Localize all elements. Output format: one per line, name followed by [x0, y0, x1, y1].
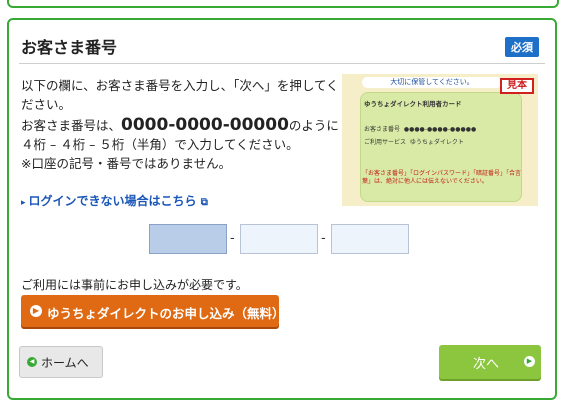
external-window-icon: ⧉: [200, 197, 208, 208]
format-example: 0000-0000-00000: [121, 115, 289, 135]
login-help-link[interactable]: ▸ ログインできない場合はこちら ⧉: [21, 192, 208, 209]
card-number-row: お客さま番号 ●●●●-●●●●-●●●●●: [364, 126, 477, 133]
arrow-left-icon: ◀: [27, 357, 37, 367]
sample-card-image: 大切に保管してください。 見本 ゆうちょダイレクト利用者カード お客さま番号 ●…: [342, 74, 538, 206]
instructions: 以下の欄に、お客さま番号を入力し、「次へ」を押してください。 お客さま番号は、0…: [21, 76, 341, 173]
registration-notice: ご利用には事前にお申し込みが必要です。: [21, 278, 248, 292]
arrow-right-icon: ▶: [30, 305, 42, 317]
instruction-line-1: 以下の欄に、お客さま番号を入力し、「次へ」を押してください。: [21, 78, 339, 112]
customer-number-part3[interactable]: [331, 224, 409, 254]
section-title: お客さま番号: [21, 38, 118, 57]
card-banner: 大切に保管してください。: [362, 77, 502, 88]
next-button[interactable]: 次へ ▶: [439, 345, 541, 379]
card-service-row: ご利用サービス ゆうちょダイレクト: [364, 139, 464, 146]
card-warning: 「お客さま番号」「ログインパスワード」「暗証番号」「合言葉」は、絶対に他人には伝…: [362, 170, 522, 185]
customer-number-part2[interactable]: [240, 224, 318, 254]
instruction-line-3: ※口座の記号・番号ではありません。: [21, 156, 232, 171]
sample-label: 見本: [500, 78, 534, 94]
home-button[interactable]: ◀ ホームへ: [19, 346, 103, 378]
card-title: ゆうちょダイレクト利用者カード: [364, 100, 462, 108]
divider: [19, 63, 545, 64]
instruction-line-2: お客さま番号は、0000-0000-00000のように４桁 – ４桁 – ５桁（…: [21, 115, 339, 153]
customer-number-panel: お客さま番号 必須 以下の欄に、お客さま番号を入力し、「次へ」を押してください。…: [7, 18, 557, 400]
previous-panel-edge: [0, 0, 571, 8]
arrow-right-icon: ▶: [524, 356, 535, 367]
triangle-right-icon: ▸: [21, 198, 26, 208]
customer-number-part1[interactable]: [149, 224, 227, 254]
required-badge: 必須: [505, 37, 539, 57]
apply-button[interactable]: ▶ ゆうちょダイレクトのお申し込み（無料）: [21, 295, 285, 327]
